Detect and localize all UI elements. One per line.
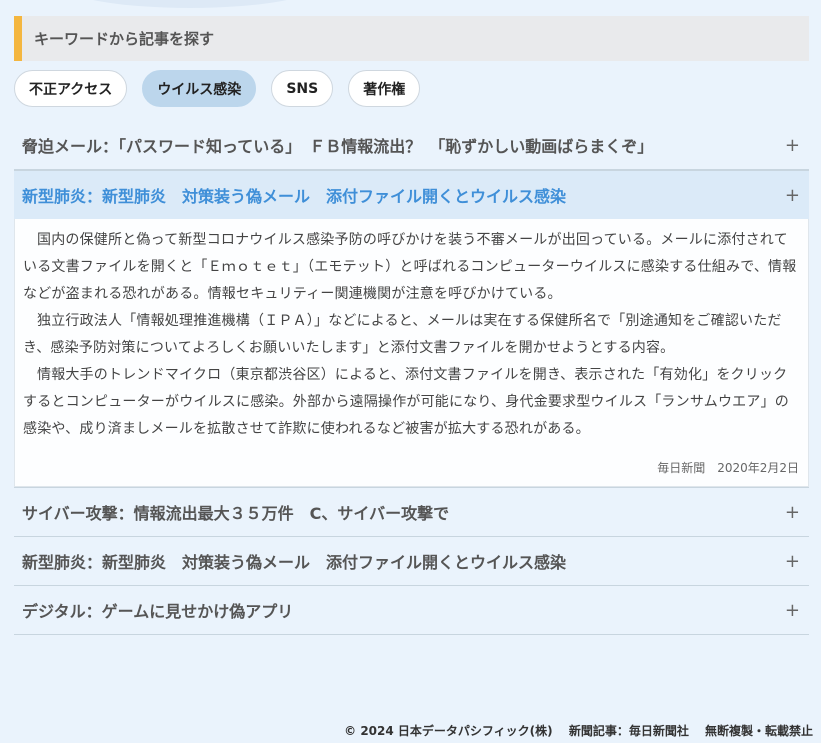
keyword-section-header: キーワードから記事を探す: [14, 16, 809, 61]
tag-copyright[interactable]: 著作権: [348, 70, 421, 107]
decorative-header-arc: [60, 0, 320, 8]
article-paragraph: 国内の保健所と偽って新型コロナウイルス感染予防の呼びかけを装う不審メールが出回っ…: [23, 232, 797, 302]
expand-plus-icon[interactable]: +: [785, 135, 800, 156]
expand-plus-icon[interactable]: +: [785, 600, 800, 621]
article-item: 脅迫メール：｢パスワード知っている」 ＦＢ情報流出？ 「恥ずかしい動画ばらまくぞ…: [14, 121, 809, 170]
article-item: サイバー攻撃：情報流出最大３５万件 C、サイバー攻撃で +: [14, 488, 809, 537]
expand-plus-icon[interactable]: +: [785, 502, 800, 523]
article-title: デジタル：ゲームに見せかけ偽アプリ: [22, 602, 294, 621]
article-paragraph: 情報大手のトレンドマイクロ（東京都渋谷区）によると、添付文書ファイルを開き、表示…: [23, 367, 789, 437]
article-header[interactable]: デジタル：ゲームに見せかけ偽アプリ +: [14, 586, 809, 634]
article-item: 新型肺炎：新型肺炎 対策装う偽メール 添付ファイル開くとウイルス感染 +: [14, 537, 809, 586]
tag-virus-infection[interactable]: ウイルス感染: [142, 70, 257, 107]
article-title: 新型肺炎：新型肺炎 対策装う偽メール 添付ファイル開くとウイルス感染: [22, 553, 567, 572]
keyword-tag-list: 不正アクセス ウイルス感染 SNS 著作権: [14, 70, 421, 107]
expand-plus-icon[interactable]: +: [785, 551, 800, 572]
article-header[interactable]: 新型肺炎：新型肺炎 対策装う偽メール 添付ファイル開くとウイルス感染 +: [14, 170, 809, 219]
article-header[interactable]: サイバー攻撃：情報流出最大３５万件 C、サイバー攻撃で +: [14, 488, 809, 536]
article-title: 脅迫メール：｢パスワード知っている」 ＦＢ情報流出？ 「恥ずかしい動画ばらまくぞ…: [22, 137, 654, 156]
article-title: 新型肺炎：新型肺炎 対策装う偽メール 添付ファイル開くとウイルス感染: [22, 187, 567, 206]
article-paragraph: 独立行政法人「情報処理推進機構（ＩＰＡ）」などによると、メールは実在する保健所名…: [23, 313, 782, 356]
article-body: 国内の保健所と偽って新型コロナウイルス感染予防の呼びかけを装う不審メールが出回っ…: [14, 219, 809, 487]
article-header[interactable]: 新型肺炎：新型肺炎 対策装う偽メール 添付ファイル開くとウイルス感染 +: [14, 537, 809, 585]
article-item: デジタル：ゲームに見せかけ偽アプリ +: [14, 586, 809, 635]
article-item-open: 新型肺炎：新型肺炎 対策装う偽メール 添付ファイル開くとウイルス感染 + 国内の…: [14, 170, 809, 488]
expand-plus-icon[interactable]: +: [785, 185, 800, 206]
article-accordion: 脅迫メール：｢パスワード知っている」 ＦＢ情報流出？ 「恥ずかしい動画ばらまくぞ…: [14, 121, 809, 635]
article-header[interactable]: 脅迫メール：｢パスワード知っている」 ＦＢ情報流出？ 「恥ずかしい動画ばらまくぞ…: [14, 121, 809, 169]
footer-copyright: © 2024 日本データパシフィック(株) 新聞記事：毎日新聞社 無断複製・転載…: [344, 724, 813, 738]
section-title: キーワードから記事を探す: [34, 30, 215, 48]
article-source: 毎日新聞 2020年2月2日: [657, 461, 799, 475]
tag-unauthorized-access[interactable]: 不正アクセス: [14, 70, 128, 107]
article-title: サイバー攻撃：情報流出最大３５万件 C、サイバー攻撃で: [22, 504, 450, 523]
tag-sns[interactable]: SNS: [271, 70, 334, 107]
